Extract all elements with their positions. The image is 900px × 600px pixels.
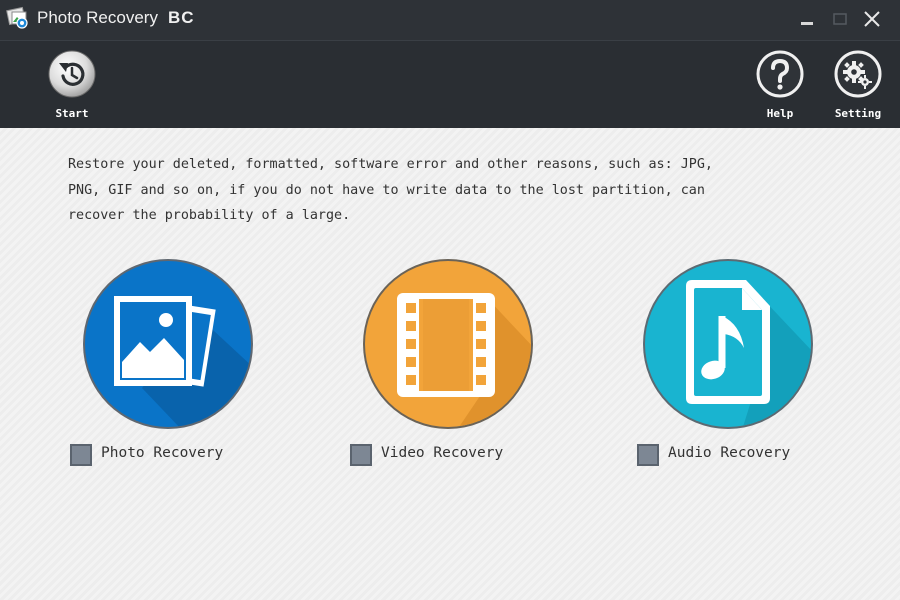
video-recovery-option[interactable]: Video Recovery [348, 258, 588, 468]
window-title: Photo Recovery BC [37, 8, 195, 28]
gear-icon [834, 50, 882, 98]
photo-icon [114, 296, 216, 387]
audio-recovery-icon[interactable] [642, 258, 814, 430]
app-name: Photo Recovery [37, 8, 158, 27]
title-bar: Photo Recovery BC [0, 0, 900, 40]
description-line: Restore your deleted, formatted, softwar… [68, 157, 713, 172]
toolbar: Start Help Setting [0, 40, 900, 128]
photo-recovery-option[interactable]: Photo Recovery [68, 258, 308, 468]
setting-button[interactable]: Setting [823, 49, 893, 120]
start-icon [48, 50, 96, 98]
audio-recovery-checkbox[interactable] [637, 444, 659, 466]
description-line: PNG, GIF and so on, if you do not have t… [68, 182, 705, 198]
close-button[interactable] [859, 8, 885, 30]
minimize-button[interactable] [795, 8, 821, 30]
maximize-button[interactable] [827, 8, 853, 30]
video-recovery-icon[interactable] [362, 258, 534, 430]
description-line: recover the probability of a large. [68, 208, 351, 223]
help-button[interactable]: Help [745, 49, 815, 120]
start-label: Start [55, 107, 89, 120]
description: Restore your deleted, formatted, softwar… [68, 152, 828, 229]
photo-recovery-icon[interactable] [82, 258, 254, 430]
app-logo-icon [6, 6, 28, 29]
video-recovery-label[interactable]: Video Recovery [381, 445, 503, 461]
video-recovery-checkbox[interactable] [350, 444, 372, 466]
app-edition: BC [167, 8, 195, 27]
music-file-icon [686, 280, 770, 404]
main-panel: Restore your deleted, formatted, softwar… [0, 128, 900, 600]
start-button[interactable]: Start [37, 49, 107, 120]
photo-recovery-label[interactable]: Photo Recovery [101, 445, 223, 461]
photo-recovery-checkbox[interactable] [70, 444, 92, 466]
help-label: Help [766, 107, 794, 120]
help-icon [756, 50, 804, 98]
audio-recovery-option[interactable]: Audio Recovery [628, 258, 868, 468]
setting-label: Setting [834, 107, 882, 120]
audio-recovery-label[interactable]: Audio Recovery [668, 445, 790, 461]
